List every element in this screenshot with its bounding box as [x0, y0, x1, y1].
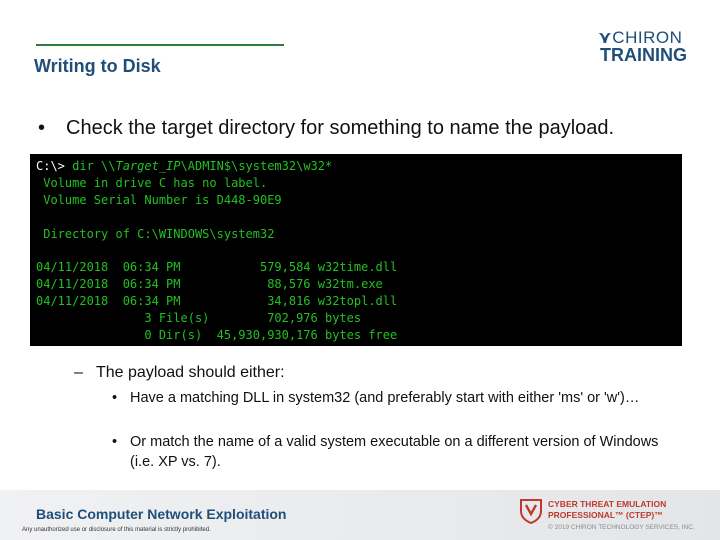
title-accent-line [36, 44, 284, 46]
shield-icon [520, 499, 542, 524]
bullet-icon: • [38, 117, 46, 139]
console-cmd-target: Target_IP [115, 159, 181, 173]
console-command-line: C:\> dir \\Target_IP\ADMIN$\system32\w32… [36, 158, 682, 175]
sub-bullet-text: The payload should either: [96, 364, 285, 381]
console-line: 04/11/2018 06:34 PM 88,576 w32tm.exe [36, 277, 383, 292]
console-prompt: C:\> [36, 159, 73, 173]
console-line: Volume in drive C has no label. [36, 175, 268, 190]
console-line: 0 Dir(s) 45,930,930,176 bytes free [36, 327, 398, 342]
command-output-console: C:\> dir \\Target_IP\ADMIN$\system32\w32… [30, 154, 682, 346]
page-title: Writing to Disk [34, 56, 161, 76]
sub-bullet: – The payload should either: [74, 364, 285, 382]
bullet-icon: • [112, 390, 118, 406]
list-item-text: Have a matching DLL in system32 (and pre… [130, 390, 640, 406]
chiron-training-logo: ⋎CHIRON TRAINING [598, 28, 694, 68]
legal-notice: Any unauthorized use or disclosure of th… [22, 527, 211, 533]
logo-bottom-text: TRAINING [600, 45, 687, 65]
list-item: • Or match the name of a valid system ex… [112, 432, 672, 472]
list-item: • Have a matching DLL in system32 (and p… [112, 388, 672, 408]
console-line: 04/11/2018 06:34 PM 579,584 w32time.dll [36, 260, 398, 275]
dash-icon: – [74, 364, 83, 381]
list-item-text: Or match the name of a valid system exec… [130, 434, 659, 470]
main-bullet: • Check the target directory for somethin… [38, 117, 614, 140]
console-line: Directory of C:\WINDOWS\system32 [36, 226, 275, 241]
course-title: Basic Computer Network Exploitation [36, 506, 287, 522]
console-cmd-path: \ADMIN$\system32\w32* [180, 159, 333, 173]
console-line: 04/11/2018 06:34 PM 34,816 w32topl.dll [36, 294, 398, 309]
main-bullet-text: Check the target directory for something… [66, 117, 615, 139]
console-line: 3 File(s) 702,976 bytes [36, 311, 362, 326]
console-cmd-dir: dir \\ [72, 159, 116, 173]
bullet-icon: • [112, 434, 118, 450]
brand-line-1: CYBER THREAT EMULATION [548, 499, 667, 509]
copyright-text: © 2019 CHIRON TECHNOLOGY SERVICES, INC. [548, 524, 695, 531]
console-line: Volume Serial Number is D448-90E9 [36, 192, 282, 207]
brand-line-2: PROFESSIONAL™ (CTEP)™ [548, 510, 663, 520]
